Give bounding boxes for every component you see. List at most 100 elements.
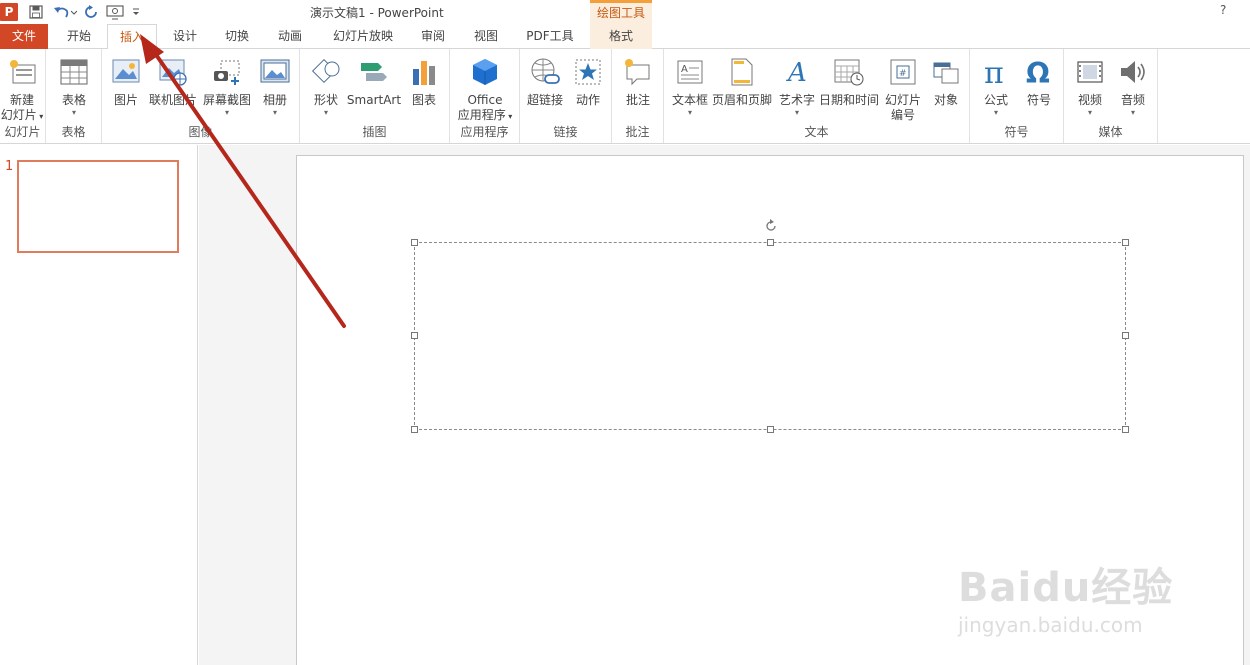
video-button[interactable]: 视频 ▾: [1068, 55, 1112, 118]
photo-album-label: 相册: [262, 93, 287, 107]
tab-insert[interactable]: 插入: [107, 24, 157, 50]
audio-label: 音频: [1120, 93, 1145, 107]
picture-icon: [106, 55, 146, 89]
photo-album-button[interactable]: 相册 ▾: [254, 55, 296, 118]
group-images: 图片 联机图片 屏幕截图 ▾ 相册 ▾ 图像: [102, 49, 300, 143]
office-apps-label-1: Office: [467, 93, 503, 107]
resize-handle-top-left[interactable]: [411, 239, 418, 246]
equation-label: 公式: [983, 93, 1008, 107]
audio-button[interactable]: 音频 ▾: [1112, 55, 1154, 118]
chart-icon: [402, 55, 446, 89]
wordart-icon: A: [774, 55, 820, 89]
slide-number-label-1: 幻灯片: [884, 93, 921, 107]
watermark-main: Baidu经验: [958, 565, 1174, 611]
picture-button[interactable]: 图片: [106, 55, 146, 108]
slideshow-from-start-icon[interactable]: [102, 0, 128, 24]
group-comments: 批注 批注: [612, 49, 664, 143]
tab-view[interactable]: 视图: [463, 24, 509, 49]
redo-icon[interactable]: [80, 0, 102, 24]
hyperlink-button[interactable]: 超链接: [524, 55, 566, 108]
group-label-tables: 表格: [61, 125, 86, 139]
group-label-comments: 批注: [625, 125, 650, 139]
action-label: 动作: [575, 93, 600, 107]
tab-format[interactable]: 格式: [590, 24, 652, 49]
screenshot-button[interactable]: 屏幕截图 ▾: [200, 55, 254, 118]
new-slide-label-1: 新建: [9, 93, 34, 107]
slide-number-icon: #: [880, 55, 926, 89]
table-button[interactable]: 表格 ▾: [52, 55, 96, 118]
comment-button[interactable]: 批注: [616, 55, 660, 108]
group-label-illustrations: 插图: [362, 125, 387, 139]
tab-pdf-tools[interactable]: PDF工具: [516, 24, 584, 49]
omega-icon: Ω: [1018, 55, 1060, 89]
resize-handle-top-right[interactable]: [1122, 239, 1129, 246]
smartart-button[interactable]: SmartArt: [346, 55, 402, 108]
new-slide-icon: [0, 55, 44, 89]
thumbnail-number: 1: [5, 159, 14, 174]
customize-qat-icon[interactable]: [128, 0, 144, 24]
film-icon: [1068, 55, 1112, 89]
tab-review[interactable]: 审阅: [410, 24, 456, 49]
symbol-button[interactable]: Ω 符号: [1018, 55, 1060, 108]
header-footer-button[interactable]: 页眉和页脚: [710, 55, 774, 108]
tab-animations[interactable]: 动画: [267, 24, 313, 49]
picture-label: 图片: [113, 93, 138, 107]
shapes-icon: [304, 55, 348, 89]
powerpoint-icon[interactable]: P: [0, 0, 22, 24]
shapes-button[interactable]: 形状 ▾: [304, 55, 348, 118]
textbox-label: 文本框: [671, 93, 708, 107]
datetime-label: 日期和时间: [818, 93, 879, 107]
chart-button[interactable]: 图表: [402, 55, 446, 108]
resize-handle-bottom-right[interactable]: [1122, 426, 1129, 433]
save-icon[interactable]: [22, 0, 50, 24]
wordart-button[interactable]: A 艺术字 ▾: [774, 55, 820, 118]
slide-number-button[interactable]: # 幻灯片 编号: [880, 55, 926, 123]
text-placeholder[interactable]: [411, 219, 1129, 433]
resize-handle-bottom[interactable]: [767, 426, 774, 433]
photo-album-icon: [254, 55, 296, 89]
resize-handle-bottom-left[interactable]: [411, 426, 418, 433]
pi-icon: π: [974, 55, 1018, 89]
object-button[interactable]: 对象: [926, 55, 966, 108]
action-button[interactable]: 动作: [568, 55, 608, 108]
svg-text:Ω: Ω: [1026, 57, 1050, 87]
help-button[interactable]: ?: [1220, 3, 1226, 17]
resize-handle-right[interactable]: [1122, 332, 1129, 339]
equation-button[interactable]: π 公式 ▾: [974, 55, 1018, 118]
speaker-icon: [1112, 55, 1154, 89]
tab-transitions[interactable]: 切换: [214, 24, 260, 49]
datetime-button[interactable]: 日期和时间: [818, 55, 880, 108]
video-label: 视频: [1077, 93, 1102, 107]
document-title: 演示文稿1 - PowerPoint: [310, 6, 444, 20]
undo-icon[interactable]: [50, 0, 80, 24]
svg-text:#: #: [899, 69, 907, 79]
group-label-slides: 幻灯片: [4, 125, 41, 139]
screenshot-label: 屏幕截图: [202, 93, 251, 107]
office-apps-icon: [452, 55, 518, 89]
rotate-handle-icon[interactable]: [764, 219, 778, 236]
action-icon: [568, 55, 608, 89]
tab-slideshow[interactable]: 幻灯片放映: [322, 24, 404, 49]
new-slide-button[interactable]: 新建 幻灯片 ▾: [0, 55, 44, 124]
calendar-icon: [818, 55, 880, 89]
svg-text:A: A: [786, 58, 807, 87]
online-picture-icon: [148, 55, 198, 89]
object-label: 对象: [933, 93, 958, 107]
slide-number-label-2: 编号: [890, 108, 915, 122]
watermark-sub: jingyan.baidu.com: [958, 613, 1143, 637]
group-links: 超链接 动作 链接: [520, 49, 612, 143]
tab-home[interactable]: 开始: [56, 24, 102, 49]
office-apps-button[interactable]: Office 应用程序 ▾: [452, 55, 518, 124]
tab-file[interactable]: 文件: [0, 24, 48, 49]
comment-label: 批注: [625, 93, 650, 107]
group-label-links: 链接: [553, 125, 578, 139]
online-picture-label: 联机图片: [148, 93, 197, 107]
tab-design[interactable]: 设计: [162, 24, 208, 49]
resize-handle-top[interactable]: [767, 239, 774, 246]
online-picture-button[interactable]: 联机图片: [148, 55, 198, 108]
slide-thumbnail[interactable]: [17, 160, 179, 253]
resize-handle-left[interactable]: [411, 332, 418, 339]
object-icon: [926, 55, 966, 89]
smartart-icon: [346, 55, 402, 89]
textbox-button[interactable]: A 文本框 ▾: [668, 55, 712, 118]
